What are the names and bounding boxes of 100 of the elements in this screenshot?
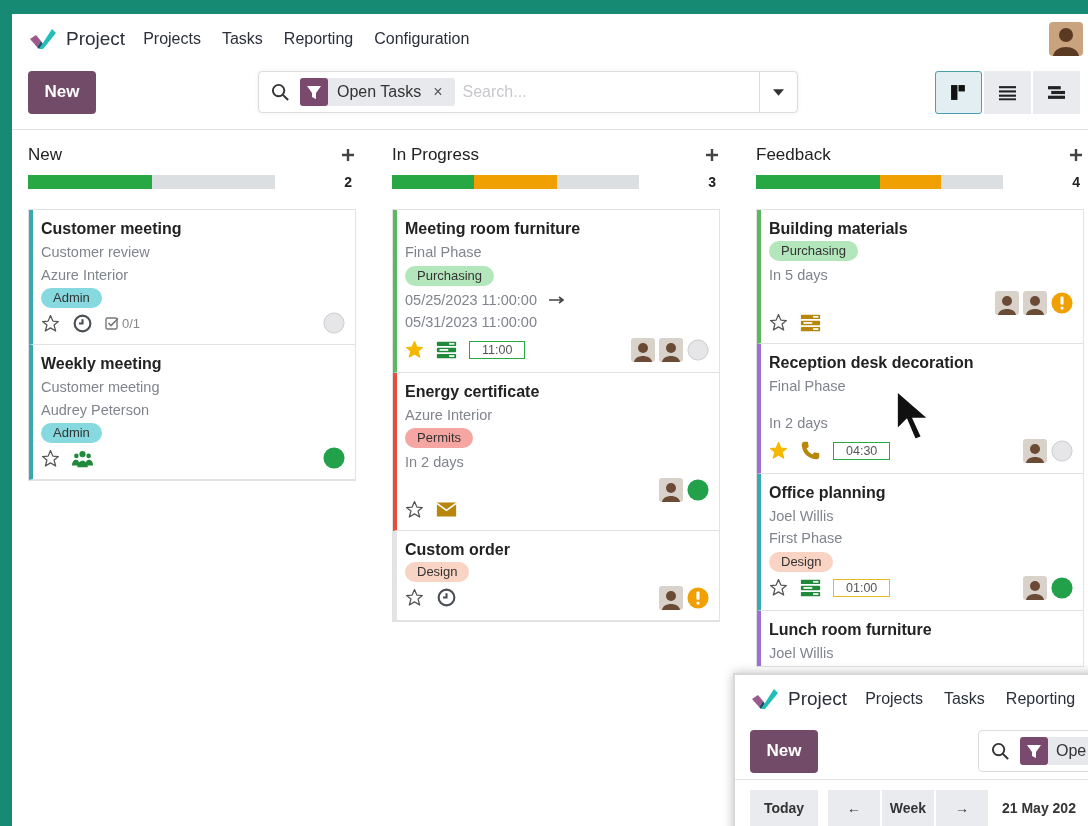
checklist-icon	[105, 316, 119, 330]
gantt-view-button[interactable]	[1033, 70, 1080, 114]
menu-item[interactable]: Tasks	[221, 30, 263, 48]
filter-icon	[300, 78, 328, 106]
menu-item[interactable]: Reporting	[1005, 690, 1076, 708]
app-title[interactable]: Project	[66, 28, 126, 50]
menu-item[interactable]: Configuration	[374, 30, 470, 48]
logo-icon	[28, 27, 56, 51]
today-button[interactable]: Today	[750, 790, 818, 826]
task-detail: Joel Willis	[769, 506, 835, 526]
search-icon	[271, 82, 290, 102]
next-button[interactable]: →	[936, 790, 988, 826]
clock-icon[interactable]	[72, 312, 93, 334]
star-icon[interactable]	[41, 313, 60, 333]
avatar-icon[interactable]	[1023, 290, 1047, 315]
search-field[interactable]: Ope	[978, 730, 1088, 772]
menu-item[interactable]: Projects	[143, 30, 201, 48]
avatar-icon[interactable]	[659, 585, 683, 610]
filter-icon	[1020, 737, 1048, 765]
menu-item[interactable]: Projects	[865, 690, 923, 708]
star-icon[interactable]	[769, 312, 788, 332]
remove-facet-button[interactable]: ×	[433, 83, 443, 101]
task-detail: Joel Willis	[769, 643, 835, 663]
phone-icon[interactable]	[800, 440, 821, 461]
task-detail: Audrey Peterson	[41, 400, 150, 420]
task-detail: Final Phase	[405, 243, 483, 262]
start-date: 05/25/2023 11:00:00	[405, 290, 537, 310]
filter-facet[interactable]: Open Tasks ×	[300, 78, 455, 106]
arrow-icon	[548, 295, 565, 304]
avatar-icon[interactable]	[659, 337, 683, 362]
star-icon[interactable]	[405, 340, 424, 359]
due-date: In 2 days	[769, 414, 829, 433]
tag-badge: Permits	[405, 428, 474, 448]
tag-badge: Admin	[41, 423, 102, 443]
stack-icon[interactable]	[436, 339, 457, 360]
date-range: 21 May 202	[1002, 800, 1076, 816]
stack-icon[interactable]	[800, 577, 821, 598]
column-title: In Progress	[392, 145, 479, 165]
previous-button[interactable]: ←	[828, 790, 880, 826]
star-icon[interactable]	[41, 448, 60, 468]
avatar-icon[interactable]	[1023, 575, 1047, 600]
add-icon[interactable]	[1070, 149, 1082, 161]
task-title: Lunch room furniture	[769, 619, 933, 640]
search-icon	[991, 741, 1010, 761]
status-circle-icon[interactable]	[687, 478, 709, 501]
time-badge: 11:00	[469, 340, 526, 359]
task-card[interactable]: Energy certificate Azure Interior Permits In 2 days	[393, 372, 719, 531]
tag-badge: Purchasing	[405, 265, 495, 286]
task-card[interactable]: Custom order Design	[393, 530, 719, 621]
tag-badge: Design	[769, 551, 834, 572]
avatar-icon[interactable]	[1023, 438, 1047, 463]
tag-badge: Admin	[41, 288, 102, 308]
task-card[interactable]: Building materials Purchasing In 5 days	[757, 210, 1083, 344]
task-title: Office planning	[769, 482, 887, 503]
star-icon[interactable]	[769, 441, 788, 460]
task-detail: Customer meeting	[41, 378, 161, 397]
checklist-count: 0/1	[122, 315, 141, 331]
user-avatar-icon[interactable]	[1049, 22, 1083, 56]
task-title: Reception desk decoration	[769, 352, 975, 373]
task-card[interactable]: Weekly meeting Customer meeting Audrey Peterson Admin	[29, 345, 355, 480]
tag-badge: Design	[405, 561, 470, 582]
time-badge: 01:00	[833, 578, 891, 597]
clock-icon[interactable]	[436, 587, 457, 608]
status-circle-icon[interactable]	[323, 447, 345, 469]
list-icon	[999, 83, 1016, 101]
status-circle-icon[interactable]	[1051, 576, 1073, 599]
star-icon[interactable]	[769, 578, 788, 597]
new-button[interactable]: New	[28, 70, 96, 114]
task-card[interactable]: Meeting room furniture Final Phase Purchasing 05/25/2023 11:00:00 05/31/2023 11:00:00 11:00	[393, 210, 719, 373]
task-title: Custom order	[405, 539, 511, 560]
menu-item[interactable]: Tasks	[943, 690, 985, 708]
avatar-icon[interactable]	[995, 290, 1019, 315]
facet-label: Open Tasks	[337, 83, 422, 101]
task-title: Weekly meeting	[41, 354, 163, 374]
task-card[interactable]: Office planning Joel Willis First Phase Design 01:00	[757, 473, 1083, 611]
menu-item[interactable]: Reporting	[283, 30, 354, 48]
list-view-button[interactable]	[984, 70, 1031, 114]
task-card[interactable]: Lunch room furniture Joel Willis	[757, 610, 1083, 666]
star-icon[interactable]	[405, 499, 424, 519]
task-card[interactable]: Customer meeting Customer review Azure Interior Admin 0/1	[29, 210, 355, 345]
app-title[interactable]: Project	[788, 688, 848, 710]
avatar-icon[interactable]	[631, 337, 655, 362]
kanban-view-button[interactable]	[935, 70, 982, 114]
caret-icon	[773, 88, 784, 96]
kanban-icon	[950, 83, 967, 101]
time-badge: 04:30	[833, 441, 891, 460]
task-title: Energy certificate	[405, 381, 541, 402]
task-count: 3	[708, 174, 716, 190]
task-title: Meeting room furniture	[405, 219, 582, 239]
new-button[interactable]: New	[750, 729, 818, 773]
task-title: Building materials	[769, 219, 909, 239]
star-icon[interactable]	[405, 588, 424, 607]
add-icon[interactable]	[706, 149, 718, 161]
avatar-icon[interactable]	[659, 477, 683, 502]
bars-icon	[1048, 83, 1065, 101]
due-date: In 5 days	[769, 266, 829, 285]
tag-badge: Purchasing	[769, 241, 859, 261]
week-button[interactable]: Week	[882, 790, 934, 826]
add-icon[interactable]	[342, 149, 354, 161]
task-title: Customer meeting	[41, 219, 183, 239]
